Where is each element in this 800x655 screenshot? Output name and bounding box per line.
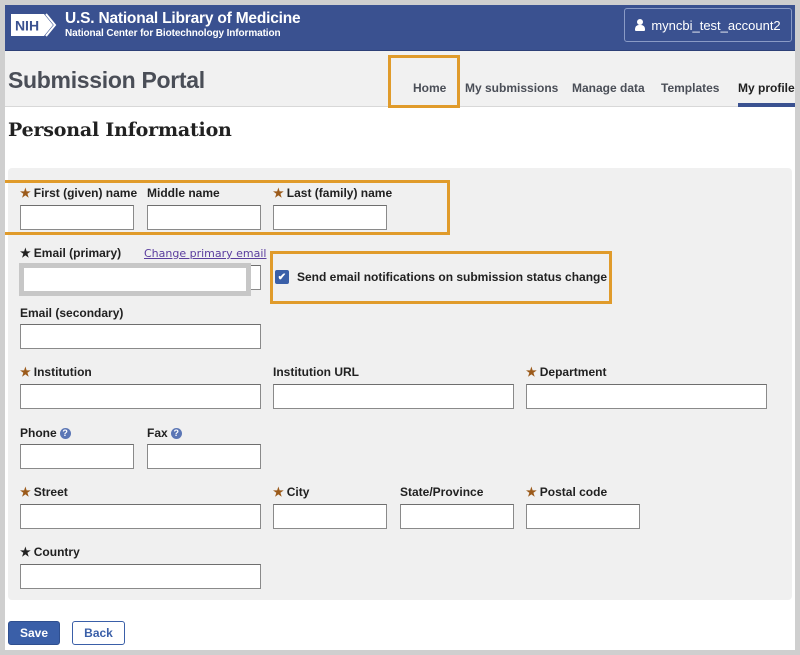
department-label: ★ Department bbox=[526, 365, 607, 379]
required-star-icon: ★ bbox=[526, 485, 537, 499]
last-name-label: ★ Last (family) name bbox=[273, 186, 393, 200]
nav-my-submissions[interactable]: My submissions bbox=[465, 81, 558, 95]
nih-logo[interactable]: NIH bbox=[8, 9, 58, 41]
save-button[interactable]: Save bbox=[8, 621, 60, 645]
institution-input[interactable] bbox=[20, 384, 261, 409]
city-label: ★ City bbox=[273, 485, 310, 499]
email-secondary-input[interactable] bbox=[20, 324, 261, 349]
active-tab-indicator bbox=[738, 103, 795, 107]
fax-input[interactable] bbox=[147, 444, 261, 469]
institution-label: ★ Institution bbox=[20, 365, 92, 379]
required-star-icon: ★ bbox=[20, 485, 31, 499]
street-input[interactable] bbox=[20, 504, 261, 529]
main-nav: Home My submissions Manage data Template… bbox=[5, 51, 795, 107]
help-icon[interactable]: ? bbox=[59, 427, 71, 439]
country-input[interactable] bbox=[20, 564, 261, 589]
notify-checkbox-label[interactable]: Send email notifications on submission s… bbox=[297, 270, 607, 284]
nav-my-profile[interactable]: My profile bbox=[738, 81, 795, 95]
street-label: ★ Street bbox=[20, 485, 68, 499]
institution-url-label: Institution URL bbox=[273, 365, 359, 379]
email-secondary-label: Email (secondary) bbox=[20, 306, 124, 320]
state-label: State/Province bbox=[400, 485, 484, 499]
middle-name-input[interactable] bbox=[147, 205, 261, 230]
nav-manage-data[interactable]: Manage data bbox=[572, 81, 645, 95]
department-input[interactable] bbox=[526, 384, 767, 409]
account-button[interactable]: myncbi_test_account2 bbox=[624, 8, 792, 42]
page-frame: NIH U.S. National Library of Medicine Na… bbox=[5, 5, 795, 650]
last-name-input[interactable] bbox=[273, 205, 387, 230]
top-banner: NIH U.S. National Library of Medicine Na… bbox=[5, 5, 795, 51]
city-input[interactable] bbox=[273, 504, 387, 529]
required-star-icon: ★ bbox=[273, 485, 284, 499]
user-icon bbox=[635, 19, 646, 31]
required-star-icon: ★ bbox=[20, 246, 31, 260]
phone-input[interactable] bbox=[20, 444, 134, 469]
help-icon[interactable]: ? bbox=[170, 427, 182, 439]
nav-home[interactable]: Home bbox=[413, 81, 446, 95]
required-star-icon: ★ bbox=[273, 186, 284, 200]
institution-url-input[interactable] bbox=[273, 384, 514, 409]
state-input[interactable] bbox=[400, 504, 514, 529]
fax-label: Fax ? bbox=[147, 426, 182, 440]
org-subtitle: National Center for Biotechnology Inform… bbox=[65, 28, 281, 39]
required-star-icon: ★ bbox=[20, 365, 31, 379]
email-primary-label: ★ Email (primary) bbox=[20, 246, 122, 260]
portal-header: Submission Portal Home My submissions Ma… bbox=[5, 51, 795, 107]
required-star-icon: ★ bbox=[20, 545, 31, 559]
postal-code-input[interactable] bbox=[526, 504, 640, 529]
nih-logo-text: NIH bbox=[15, 18, 39, 34]
org-title[interactable]: U.S. National Library of Medicine bbox=[65, 10, 301, 28]
first-name-label: ★ First (given) name bbox=[20, 186, 138, 200]
check-icon: ✔ bbox=[277, 271, 287, 283]
first-name-input[interactable] bbox=[20, 205, 134, 230]
account-name: myncbi_test_account2 bbox=[651, 17, 781, 33]
postal-code-label: ★ Postal code bbox=[526, 485, 608, 499]
phone-label: Phone ? bbox=[20, 426, 71, 440]
back-button[interactable]: Back bbox=[72, 621, 125, 645]
page-heading: Personal Information bbox=[8, 119, 232, 141]
middle-name-label: Middle name bbox=[147, 186, 220, 200]
required-star-icon: ★ bbox=[20, 186, 31, 200]
change-primary-email-link[interactable]: Change primary email bbox=[144, 247, 267, 260]
country-label: ★ Country bbox=[20, 545, 80, 559]
redacted-email-overlay bbox=[19, 263, 251, 296]
required-star-icon: ★ bbox=[526, 365, 537, 379]
nav-templates[interactable]: Templates bbox=[661, 81, 719, 95]
notify-checkbox[interactable]: ✔ bbox=[275, 270, 289, 284]
